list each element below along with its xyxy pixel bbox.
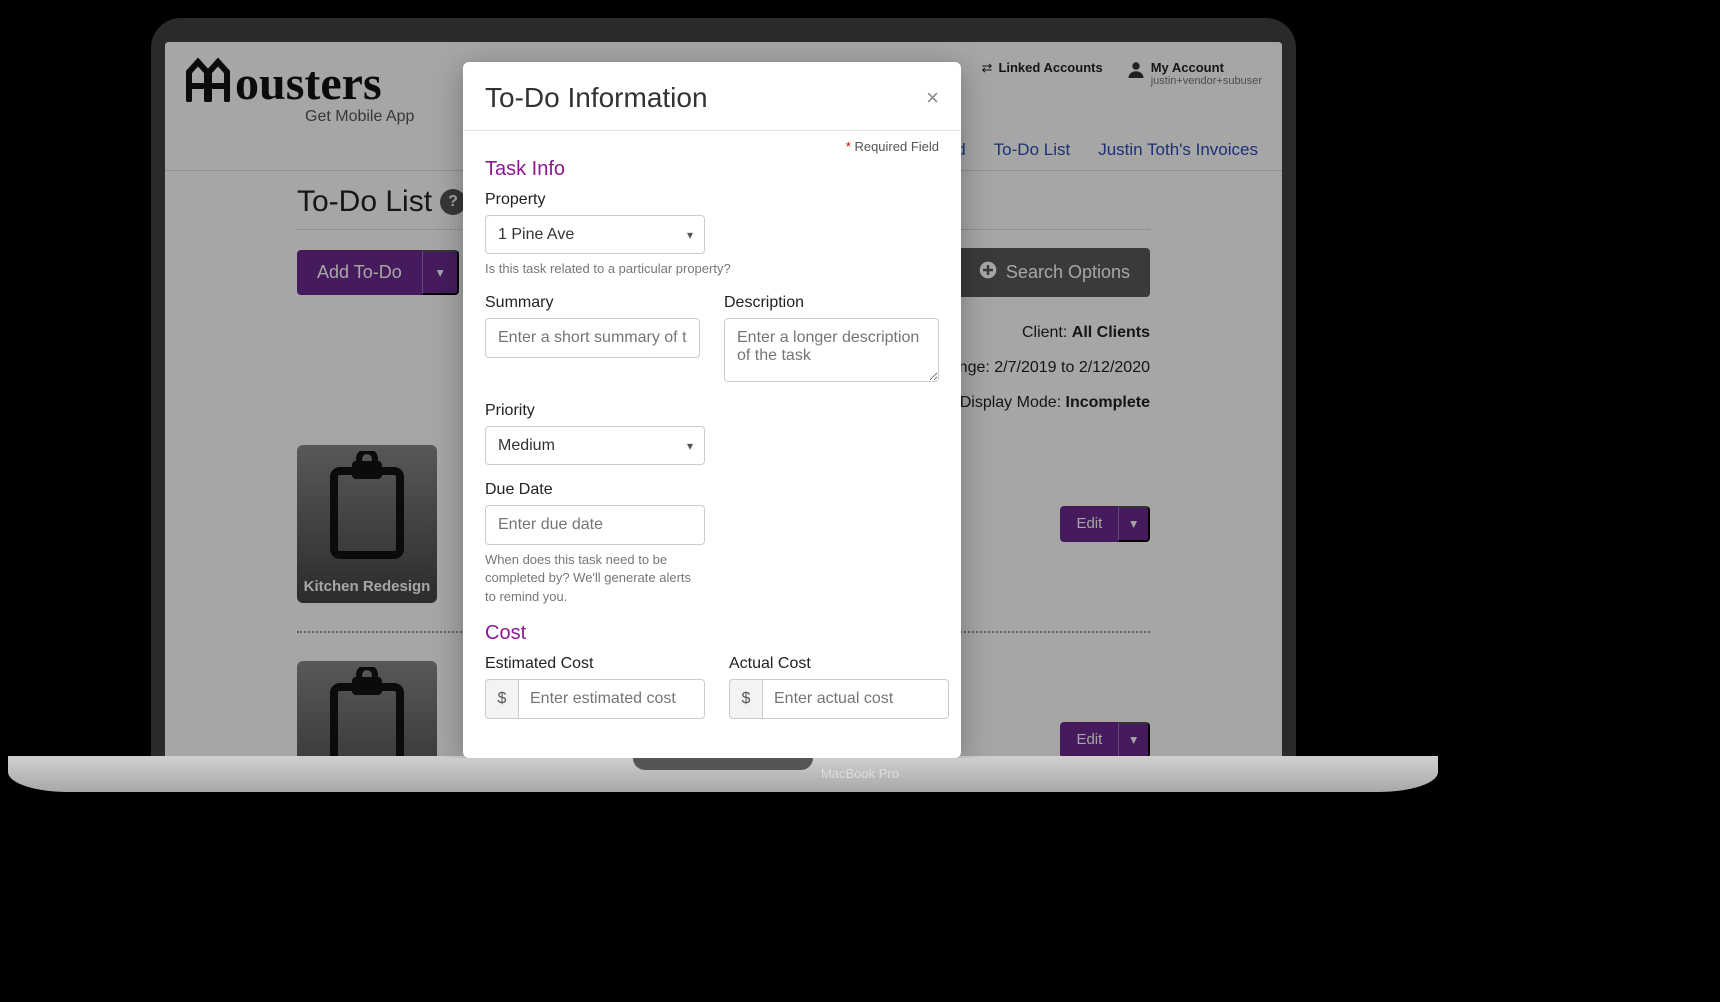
field-property: Property 1 Pine Ave ▾ Is this task relat… [485,191,939,278]
edit-button[interactable]: Edit [1060,722,1118,758]
section-cost: Cost [485,622,939,645]
property-help: Is this task related to a particular pro… [485,260,939,278]
page-title: To-Do List [297,185,432,219]
app-screen: ousters Get Mobile App ⇄ Linked Accounts [165,42,1282,758]
swap-icon: ⇄ [982,60,993,76]
add-todo-caret[interactable]: ▾ [422,250,460,295]
my-account-label: My Account [1151,60,1262,75]
close-icon: × [926,85,939,110]
section-task-info: Task Info [485,158,939,181]
my-account-text: My Account justin+vendor+subuser [1151,60,1262,87]
search-options-label: Search Options [1006,262,1130,283]
caret-down-icon: ▾ [437,265,444,280]
priority-select-wrap: Medium ▾ [485,426,705,465]
required-legend: * Required Field [485,139,939,154]
field-due-date: Due Date When does this task need to be … [485,481,939,606]
laptop-base [8,756,1438,792]
nav-todo-list[interactable]: To-Do List [994,140,1071,160]
modal-title: To-Do Information [485,82,708,114]
todo-thumbnail[interactable]: Kitchen Redesign [297,445,437,603]
linked-accounts-label: Linked Accounts [998,60,1102,75]
add-todo-button[interactable]: Add To-Do [297,250,422,295]
dollar-icon: $ [485,679,519,719]
clipboard-icon [322,667,412,758]
laptop-frame: ousters Get Mobile App ⇄ Linked Accounts [151,18,1296,758]
field-summary: Summary [485,294,700,386]
required-asterisk-icon: * [846,139,851,154]
modal-header: To-Do Information × [463,62,961,131]
edit-caret[interactable]: ▾ [1118,722,1150,758]
laptop-notch [633,756,813,770]
field-priority: Priority Medium ▾ [485,402,939,465]
date-from: 2/7/2019 [994,359,1056,376]
nav-invoices[interactable]: Justin Toth's Invoices [1098,140,1258,160]
user-icon [1127,60,1145,81]
description-input[interactable] [724,318,939,382]
summary-label: Summary [485,294,700,312]
clipboard-icon [322,451,412,561]
house-h-icon [185,52,231,114]
plus-circle-icon [978,260,998,285]
field-estimated-cost: Estimated Cost $ [485,655,705,719]
date-to: 2/12/2020 [1079,359,1150,376]
linked-accounts-link[interactable]: ⇄ Linked Accounts [982,60,1103,76]
client-label: Client: [1022,324,1067,341]
caret-down-icon: ▾ [1130,732,1137,747]
property-label: Property [485,191,939,209]
estimated-cost-label: Estimated Cost [485,655,705,673]
get-mobile-app-link[interactable]: Get Mobile App [305,108,414,126]
dollar-icon: $ [729,679,763,719]
username-label: justin+vendor+subuser [1151,75,1262,87]
due-date-input[interactable] [485,505,705,545]
client-value: All Clients [1072,324,1150,341]
required-label: Required Field [854,139,939,154]
summary-input[interactable] [485,318,700,358]
date-to-word: to [1061,359,1074,376]
field-description: Description [724,294,939,386]
description-label: Description [724,294,939,312]
todo-information-modal: To-Do Information × * Required Field Tas… [463,62,961,758]
edit-button[interactable]: Edit [1060,506,1118,542]
todo-title: Kitchen Redesign [304,578,431,595]
row-summary-description: Summary Description [485,294,939,402]
priority-select[interactable]: Medium [485,426,705,465]
header-right: ⇄ Linked Accounts My Account justin+vend… [982,52,1262,87]
display-mode-label: Display Mode: [960,394,1061,411]
edit-split-button: Edit ▾ [1060,722,1150,758]
todo-thumbnail[interactable]: Paint the exterior siding [297,661,437,758]
close-button[interactable]: × [926,85,939,111]
brand-block: ousters Get Mobile App [185,52,414,132]
priority-label: Priority [485,402,939,420]
add-todo-split-button: Add To-Do ▾ [297,250,459,295]
actual-cost-wrap: $ [729,679,949,719]
laptop-model-label: MacBook Pro [821,766,899,781]
property-select[interactable]: 1 Pine Ave [485,215,705,254]
actual-cost-label: Actual Cost [729,655,949,673]
due-date-label: Due Date [485,481,939,499]
property-select-wrap: 1 Pine Ave ▾ [485,215,705,254]
estimated-cost-wrap: $ [485,679,705,719]
caret-down-icon: ▾ [1130,516,1137,531]
search-options-button[interactable]: Search Options [958,248,1150,297]
modal-body: * Required Field Task Info Property 1 Pi… [463,131,961,755]
brand-logo[interactable]: ousters [185,52,414,114]
edit-split-button: Edit ▾ [1060,506,1150,542]
due-date-help: When does this task need to be completed… [485,551,705,606]
edit-caret[interactable]: ▾ [1118,506,1150,542]
my-account-menu[interactable]: My Account justin+vendor+subuser [1127,60,1262,87]
field-actual-cost: Actual Cost $ [729,655,949,719]
display-mode-value: Incomplete [1066,394,1150,411]
brand-text: ousters [235,56,382,111]
row-costs: Estimated Cost $ Actual Cost $ [485,655,939,735]
